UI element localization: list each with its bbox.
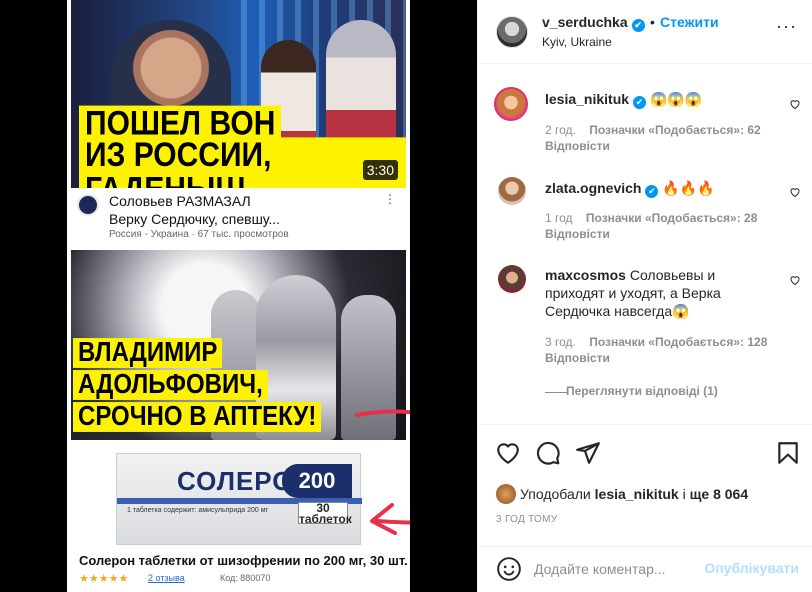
headline-line: СРОЧНО В АПТЕКУ! [73,402,322,432]
comment-time: 2 год. [545,123,576,137]
verified-badge-icon: ✔ [631,19,645,32]
author-username[interactable]: v_serduchka ✔ [542,14,645,32]
heart-icon[interactable] [495,440,521,466]
author-username-text[interactable]: v_serduchka [542,14,628,30]
publish-button[interactable]: Опублікувати [704,560,799,576]
location-link[interactable]: Kyiv, Ukraine [542,35,612,49]
comment-time: 1 год [545,211,573,225]
view-replies-button[interactable]: Переглянути відповіді (1) [566,384,718,398]
comment-likes[interactable]: Позначки «Подобається»: 28 [586,211,757,225]
product-title: Солерон таблетки от шизофрении по 200 мг… [79,553,408,568]
like-comment-icon[interactable] [789,186,801,198]
action-bar [478,440,812,466]
comment-body: 🔥🔥🔥 [662,180,715,196]
comment-meta: 2 год. Позначки «Подобається»: 62 Відпов… [545,122,761,154]
comment-time: 3 год. [545,335,576,349]
headline-line: ВЛАДИМИР [73,338,223,368]
commenter-username[interactable]: lesia_nikituk [545,91,629,107]
comment-text: maxcosmos Соловьевы и приходят и уходят,… [545,266,775,320]
kebab-menu-icon: ⋮ [384,192,396,206]
video-duration-badge: 3:30 [362,160,398,180]
video-title: Соловьев РАЗМАЗАЛ Верку Сердючку, спевшу… [109,192,379,228]
comment-text: lesia_nikituk ✔ 😱😱😱 [545,90,775,109]
channel-logo-icon [77,194,99,216]
instagram-post-view: ПОШЕЛ ВОН ИЗ РОССИИ, ГАДЕНЫШ 3:30 Соловь… [0,0,812,592]
comment-body: 😱😱😱 [649,91,703,107]
video-title-line: Верку Сердючку, спевшу... [109,211,281,227]
headline-line: ИЗ РОССИИ, ГАДЕНЫШ [79,137,406,188]
likes-count-button[interactable]: ще 8 064 [690,486,749,502]
package-dose: 200 [282,464,352,498]
like-comment-icon[interactable] [789,98,801,110]
commenter-avatar[interactable] [494,87,528,121]
commenter-avatar[interactable] [498,177,526,205]
post-timestamp[interactable]: 3 ГОД ТОМУ [496,514,557,525]
package-small-text: 1 таблетка содержит: амисульприда 200 мг [127,507,269,514]
reply-button[interactable]: Відповісти [545,227,610,241]
verified-badge-icon: ✔ [633,96,647,109]
post-header: v_serduchka ✔ • Стежити Kyiv, Ukraine ··· [478,0,812,64]
follow-button[interactable]: Стежити [660,14,719,30]
headline-line: АДОЛЬФОВИЧ, [73,370,268,400]
rating-stars: ★★★★★ [79,573,129,585]
red-arrow-icon [355,409,410,535]
reviews-link: 2 отзыва [148,573,185,583]
likes-prefix: Уподобали [520,486,595,502]
more-options-icon[interactable]: ··· [776,16,797,37]
comment-likes[interactable]: Позначки «Подобається»: 128 [589,335,767,349]
likes-middle: і [678,486,690,502]
medicine-package: СОЛЕРОН 200 30 таблеток 1 таблетка содер… [116,453,362,545]
header-separator: • [650,14,655,30]
liker-avatar[interactable] [496,484,516,504]
reply-button[interactable]: Відповісти [545,351,610,365]
video-info-row: Соловьев РАЗМАЗАЛ Верку Сердючку, спевшу… [77,192,402,244]
like-comment-icon[interactable] [789,274,801,286]
post-side-panel: v_serduchka ✔ • Стежити Kyiv, Ukraine ···… [477,0,812,592]
verified-badge-icon: ✔ [645,185,659,198]
comment-icon[interactable] [535,440,561,466]
comment-text: zlata.ognevich ✔ 🔥🔥🔥 [545,179,775,198]
bookmark-icon[interactable] [775,440,801,466]
emoji-icon[interactable] [496,556,522,582]
video-meta: Россия - Украина · 67 тыс. просмотров [109,229,289,240]
post-image[interactable]: ПОШЕЛ ВОН ИЗ РОССИИ, ГАДЕНЫШ 3:30 Соловь… [67,0,410,592]
video-title-line: Соловьев РАЗМАЗАЛ [109,193,251,209]
replies-divider [545,392,567,393]
comment-meta: 1 год Позначки «Подобається»: 28 Відпові… [545,210,757,242]
commenter-avatar[interactable] [498,265,526,293]
commenter-username[interactable]: maxcosmos [545,267,626,283]
share-icon[interactable] [575,440,601,466]
commenter-username[interactable]: zlata.ognevich [545,180,641,196]
likes-summary: Уподобали lesia_nikituk і ще 8 064 [496,484,748,504]
add-comment-bar: Опублікувати [478,546,812,592]
video-thumbnail-1: ПОШЕЛ ВОН ИЗ РОССИИ, ГАДЕНЫШ 3:30 [71,0,406,188]
reply-button[interactable]: Відповісти [545,139,610,153]
section-divider [478,424,812,425]
liker-username[interactable]: lesia_nikituk [595,486,679,502]
comment-input[interactable] [534,558,694,580]
package-count: 30 таблеток [298,501,352,526]
author-avatar[interactable] [496,16,528,48]
comment-likes[interactable]: Позначки «Подобається»: 62 [589,123,760,137]
comment-meta: 3 год. Позначки «Подобається»: 128 Відпо… [545,334,767,366]
product-code: Код: 880070 [220,573,271,583]
